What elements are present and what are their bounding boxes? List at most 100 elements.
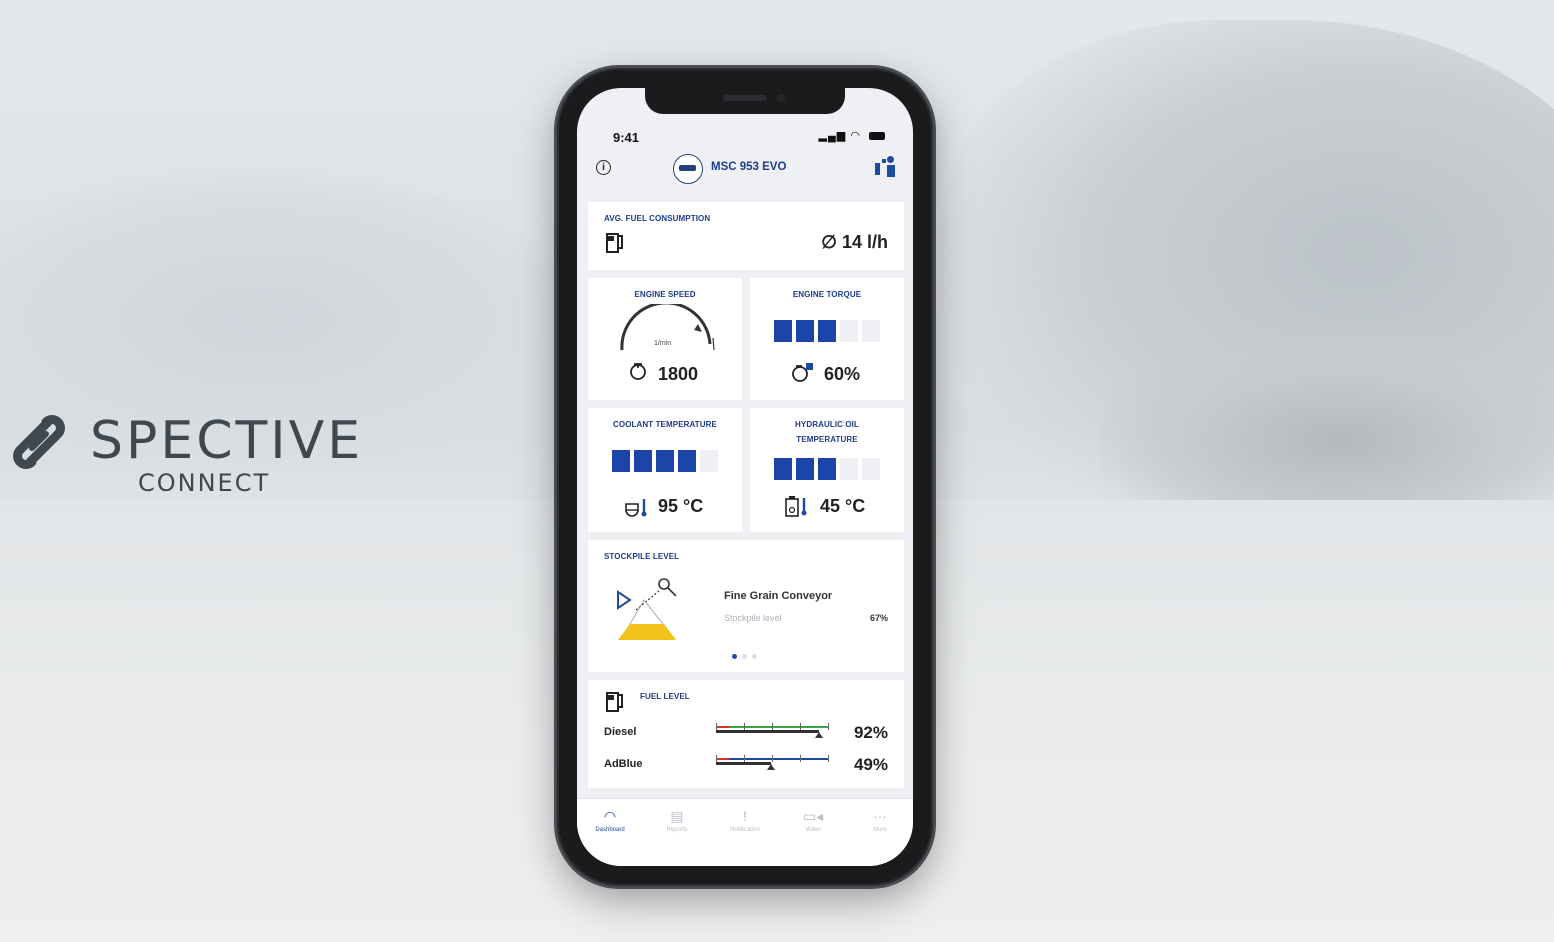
gauge-tick <box>716 755 717 762</box>
machine-switch-icon[interactable] <box>875 156 897 178</box>
tab-label: Notification <box>730 827 760 833</box>
tab-label: Dashboard <box>595 827 625 833</box>
level-segment <box>840 320 858 342</box>
rpm-unit: 1/min <box>654 340 672 347</box>
hydraulic-oil-temperature-card[interactable]: HYDRAULIC OIL TEMPERATURE 45 °C <box>750 408 904 532</box>
gauge-tick <box>800 723 801 730</box>
phone-screen: 9:41 ▂▄▆ ◠ i MSC 953 EVO AVG. FUEL CONSU… <box>577 88 913 866</box>
avg-fuel-value: ∅ 14 l/h <box>821 232 888 252</box>
level-segment <box>818 458 836 480</box>
wifi-icon: ◠ <box>850 130 861 142</box>
stockpile-level-card[interactable]: STOCKPILE LEVEL Fine Grain Conveyor Stoc… <box>588 540 904 672</box>
gauge-tick <box>772 755 773 762</box>
adblue-value: 49% <box>853 755 888 774</box>
hydraulic-thermometer-icon <box>785 496 807 517</box>
torque-level-bars <box>774 320 880 342</box>
phone-notch <box>645 88 845 114</box>
card-title: FUEL LEVEL <box>640 692 690 701</box>
pager-dot[interactable] <box>742 654 747 659</box>
gauge-tick <box>828 755 829 762</box>
gauge-tick <box>716 723 717 730</box>
card-title: HYDRAULIC OIL <box>795 420 859 429</box>
level-segment <box>796 458 814 480</box>
coolant-level-bars <box>612 450 718 472</box>
gauge-tick <box>800 755 801 762</box>
engine-torque-card[interactable]: ENGINE TORQUE 60% <box>750 278 904 400</box>
level-segment <box>656 450 674 472</box>
hydraulic-level-bars <box>774 458 880 480</box>
status-time: 9:41 <box>613 130 640 145</box>
tab-notification[interactable]: ! Notification <box>712 807 778 833</box>
level-segment <box>796 320 814 342</box>
engine-speed-card[interactable]: ENGINE SPEED 1/min 1800 <box>588 278 742 400</box>
fuel-pump-icon <box>606 231 624 253</box>
level-segment <box>612 450 630 472</box>
machine-name[interactable]: MSC 953 EVO <box>711 161 786 173</box>
tab-label: Reports <box>666 827 688 833</box>
gauge-scale <box>716 726 730 728</box>
diesel-label: Diesel <box>604 726 637 738</box>
tab-video[interactable]: ▭◂ Video <box>780 807 846 833</box>
coolant-thermometer-icon <box>625 499 647 517</box>
tab-label: More <box>873 827 887 833</box>
level-segment <box>700 450 718 472</box>
gauge-marker-icon <box>815 732 824 738</box>
machine-icon <box>673 154 703 184</box>
gauge-marker-icon <box>766 764 775 770</box>
gauge-icon: ◠ <box>603 808 617 824</box>
status-icons: ▂▄▆ ◠ <box>819 129 885 142</box>
pager-dot[interactable] <box>732 654 737 659</box>
info-icon[interactable]: i <box>596 160 611 175</box>
adblue-label: AdBlue <box>604 758 643 770</box>
phone-frame: 9:41 ▂▄▆ ◠ i MSC 953 EVO AVG. FUEL CONSU… <box>557 68 933 886</box>
logo-subtitle: CONNECT <box>138 469 271 497</box>
carousel-pager[interactable] <box>732 654 757 659</box>
signal-icon: ▂▄▆ <box>818 130 847 142</box>
gauge-tick <box>744 755 745 762</box>
level-segment <box>678 450 696 472</box>
conveyor-name: Fine Grain Conveyor <box>724 590 833 602</box>
gauge-tick <box>772 723 773 730</box>
torque-icon <box>792 363 813 382</box>
diesel-gauge <box>716 722 829 738</box>
logo-wordmark: SPECTIVE <box>90 411 364 471</box>
engine-torque-value: 60% <box>824 364 861 384</box>
diesel-value: 92% <box>853 723 888 742</box>
adblue-gauge <box>716 754 829 770</box>
level-segment <box>774 320 792 342</box>
spective-connect-logo: SPECTIVE CONNECT <box>4 410 444 500</box>
stockpile-icon <box>617 578 677 640</box>
document-icon: ▤ <box>670 808 684 824</box>
video-camera-icon: ▭◂ <box>802 808 824 824</box>
app-header: i MSC 953 EVO <box>577 154 913 200</box>
level-segment <box>862 320 880 342</box>
gauge-fill <box>716 730 820 733</box>
battery-icon <box>869 132 885 141</box>
more-dots-icon: ··· <box>873 808 887 824</box>
tab-more[interactable]: ··· More <box>847 807 913 833</box>
card-title: COOLANT TEMPERATURE <box>613 420 717 429</box>
spective-logo-icon <box>13 415 65 469</box>
stockpile-label: Stockpile level <box>724 613 782 623</box>
engine-speed-value: 1800 <box>658 364 699 384</box>
gauge-fill <box>716 762 771 765</box>
engine-icon <box>630 363 646 380</box>
tab-dashboard[interactable]: ◠ Dashboard <box>577 807 643 833</box>
fuel-level-card[interactable]: FUEL LEVEL Diesel 92% AdBlue 49% <box>588 680 904 788</box>
tab-reports[interactable]: ▤ Reports <box>644 807 710 833</box>
exclamation-icon: ! <box>743 808 747 824</box>
coolant-temperature-card[interactable]: COOLANT TEMPERATURE 95 °C <box>588 408 742 532</box>
card-title: TEMPERATURE <box>796 435 858 444</box>
hydraulic-oil-temperature-value: 45 °C <box>820 496 866 516</box>
bottom-tab-bar: ◠ Dashboard ▤ Reports ! Notification ▭◂ … <box>577 798 913 866</box>
level-segment <box>840 458 858 480</box>
tab-label: Video <box>805 827 821 833</box>
card-title: ENGINE TORQUE <box>792 290 862 299</box>
level-segment <box>862 458 880 480</box>
level-segment <box>818 320 836 342</box>
level-segment <box>774 458 792 480</box>
avg-fuel-card[interactable]: AVG. FUEL CONSUMPTION ∅ 14 l/h <box>588 202 904 270</box>
pager-dot[interactable] <box>752 654 757 659</box>
gauge-scale <box>716 758 730 760</box>
fuel-pump-icon <box>606 690 624 712</box>
